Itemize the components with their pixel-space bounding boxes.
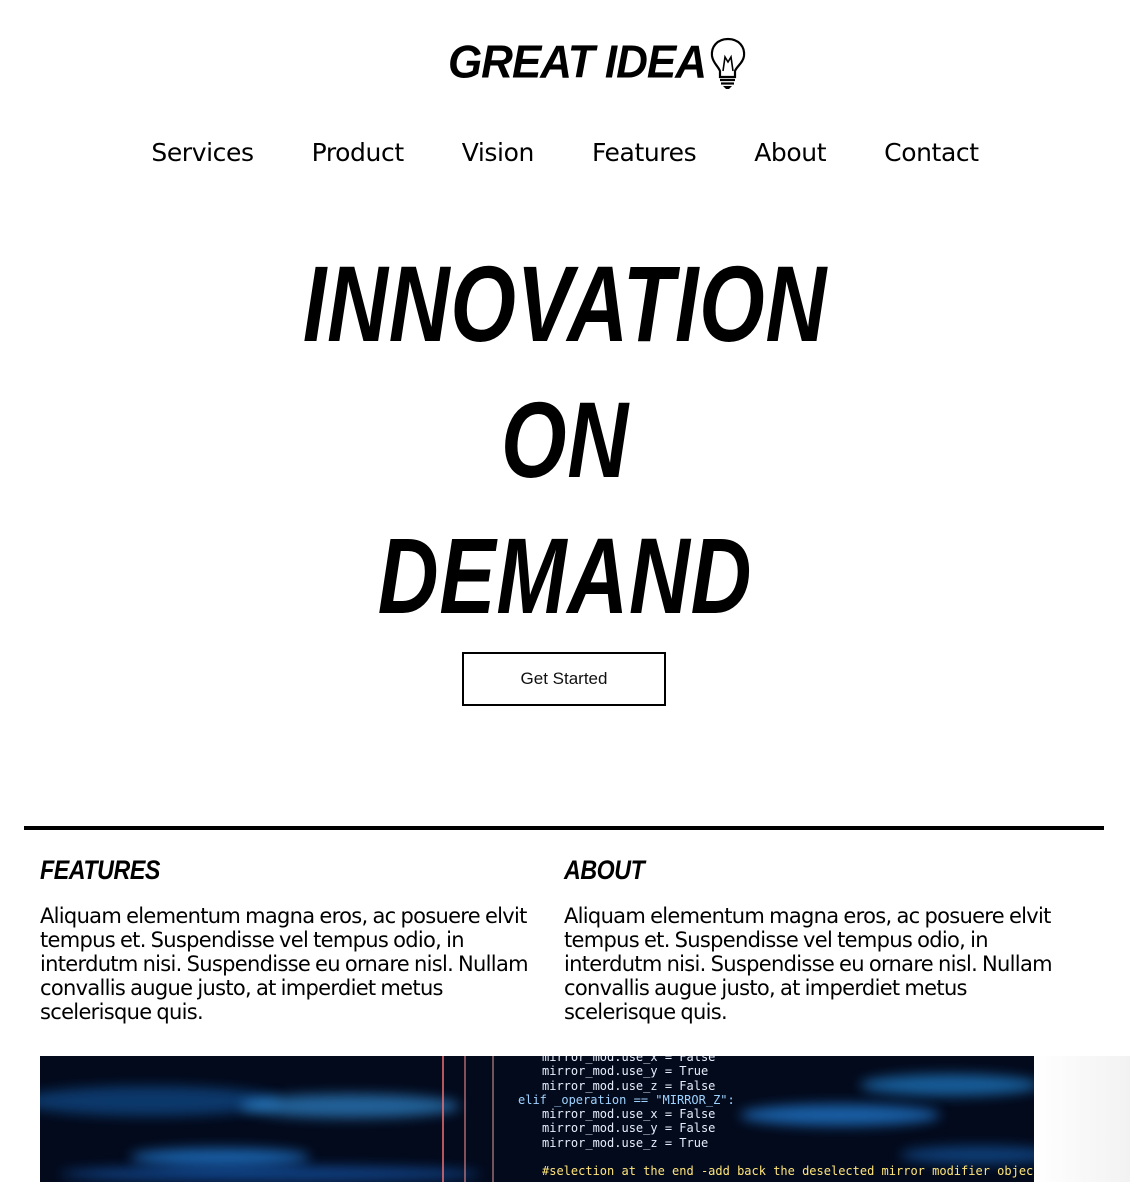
- nav-item-features[interactable]: Features: [592, 138, 697, 167]
- page-edge-shadow: [1034, 1056, 1130, 1182]
- blur-glow: [60, 1166, 480, 1182]
- features-heading: FEATURES: [40, 852, 546, 888]
- hero-title-line-3: DEMAND: [0, 522, 1130, 630]
- code-line: mirror_mod.use_y = True: [542, 1064, 709, 1079]
- about-section: ABOUT Aliquam elementum magna eros, ac p…: [564, 852, 1070, 1024]
- main-nav: Services Product Vision Features About C…: [0, 132, 1130, 172]
- hero-title-text-2: ON: [501, 379, 629, 500]
- code-line: mirror_mod.use_z = True: [542, 1135, 709, 1150]
- blur-glow: [40, 1086, 280, 1116]
- nav-item-contact[interactable]: Contact: [884, 138, 979, 167]
- nav-item-vision[interactable]: Vision: [462, 138, 535, 167]
- site-header: GREAT IDEA: [0, 28, 1130, 98]
- brand-name: GREAT IDEA: [447, 36, 707, 89]
- nav-item-about[interactable]: About: [754, 138, 826, 167]
- code-line: mirror_mod.use_y = False: [542, 1121, 716, 1136]
- hero-title-text-1: INNOVATION: [302, 243, 828, 364]
- light-streak: [492, 1056, 494, 1182]
- features-heading-text: FEATURES: [40, 855, 160, 885]
- about-heading: ABOUT: [564, 852, 1070, 888]
- code-line: elif _operation == "MIRROR_Z":: [518, 1092, 735, 1107]
- light-streak: [442, 1056, 444, 1182]
- light-streak: [464, 1056, 466, 1182]
- get-started-button[interactable]: Get Started: [462, 652, 666, 706]
- code-line: ​: [518, 1150, 1034, 1164]
- nav-item-product[interactable]: Product: [312, 138, 405, 167]
- about-body: Aliquam elementum magna eros, ac posuere…: [564, 904, 1053, 1024]
- about-heading-text: ABOUT: [564, 855, 645, 885]
- nav-item-services[interactable]: Services: [151, 138, 254, 167]
- hero-title-text-3: DEMAND: [377, 515, 753, 636]
- lightbulb-icon: [710, 37, 746, 89]
- code-line: mirror_mod.use_x = False: [542, 1056, 716, 1064]
- code-snippet: mirror_mod.use_x = False mirror_mod.use_y…: [518, 1056, 1034, 1179]
- section-divider: [24, 826, 1104, 830]
- features-body: Aliquam elementum magna eros, ac posuere…: [40, 904, 529, 1024]
- code-line: #selection at the end -add back the dese…: [542, 1164, 1034, 1179]
- hero-title-line-2: ON: [0, 386, 1130, 494]
- brand-logo[interactable]: GREAT IDEA: [448, 35, 748, 91]
- blur-glow: [240, 1094, 460, 1118]
- code-line: mirror_mod.use_z = False: [542, 1078, 716, 1093]
- features-section: FEATURES Aliquam elementum magna eros, a…: [40, 852, 546, 1024]
- code-line: mirror_mod.use_x = False: [542, 1107, 716, 1122]
- blur-glow: [130, 1148, 310, 1166]
- code-banner-image: mirror_mod.use_x = False mirror_mod.use_y…: [40, 1056, 1034, 1182]
- hero-title-line-1: INNOVATION: [0, 250, 1130, 358]
